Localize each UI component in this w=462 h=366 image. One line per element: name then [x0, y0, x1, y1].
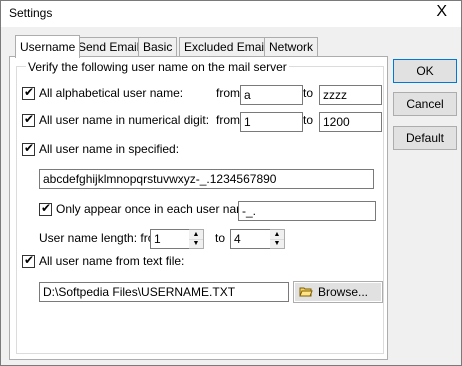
- checkmark-icon: ✔: [24, 112, 35, 126]
- length-label: User name length: from: [39, 231, 165, 245]
- numeric-checkbox[interactable]: ✔: [22, 112, 35, 127]
- browse-label: Browse...: [318, 285, 369, 299]
- username-tab-panel: Verify the following user name on the ma…: [9, 56, 388, 360]
- checkmark-icon: ✔: [41, 201, 52, 215]
- tab-label: Excluded Email: [184, 40, 267, 54]
- alpha-from-input[interactable]: a: [240, 85, 303, 105]
- tab-label: Send Email: [78, 40, 140, 54]
- numeric-from-label: from: [216, 113, 240, 127]
- ok-label: OK: [416, 64, 434, 78]
- alpha-to-input[interactable]: zzzz: [319, 85, 382, 105]
- title-bar: Settings X: [1, 1, 461, 27]
- once-checkbox[interactable]: ✔: [39, 201, 52, 216]
- length-to-input[interactable]: 4: [230, 229, 271, 249]
- close-icon[interactable]: X: [436, 3, 447, 21]
- textfile-checkbox[interactable]: ✔: [22, 253, 35, 268]
- alpha-from-label: from: [216, 86, 240, 100]
- checkmark-icon: ✔: [24, 141, 35, 155]
- specified-label: All user name in specified:: [39, 142, 180, 156]
- window-title: Settings: [9, 6, 53, 20]
- tab-label: Username: [20, 40, 76, 54]
- browse-button[interactable]: Browse...: [293, 281, 383, 303]
- tab-send-email[interactable]: Send Email: [73, 37, 145, 56]
- length-from-spinner[interactable]: ▲ ▼: [189, 229, 204, 249]
- tab-excluded-email[interactable]: Excluded Email: [179, 37, 272, 56]
- tab-network[interactable]: Network: [264, 37, 319, 56]
- textfile-label: All user name from text file:: [39, 254, 185, 268]
- length-from-input[interactable]: 1: [150, 229, 190, 249]
- numeric-from-input[interactable]: 1: [240, 112, 303, 132]
- tab-label: Basic: [143, 40, 173, 54]
- cancel-label: Cancel: [406, 97, 444, 111]
- ok-button[interactable]: OK: [393, 59, 457, 83]
- alpha-label: All alphabetical user name:: [39, 86, 184, 100]
- specified-charset-input[interactable]: abcdefghijklmnopqrstuvwxyz-_.1234567890: [39, 169, 374, 189]
- textfile-path-input[interactable]: D:\Softpedia Files\USERNAME.TXT: [39, 282, 289, 302]
- spin-down-icon[interactable]: ▼: [189, 239, 203, 248]
- tab-basic[interactable]: Basic: [138, 37, 178, 56]
- folder-icon: [299, 287, 313, 297]
- alpha-to-label: to: [303, 86, 314, 100]
- numeric-label: All user name in numerical digit:: [39, 113, 210, 127]
- checkmark-icon: ✔: [24, 85, 35, 99]
- length-to-spinner[interactable]: ▲ ▼: [270, 229, 285, 249]
- default-label: Default: [405, 131, 445, 145]
- numeric-to-label: to: [303, 113, 314, 127]
- length-to-label: to: [215, 231, 226, 245]
- alpha-checkbox[interactable]: ✔: [22, 85, 35, 100]
- settings-window: Settings X Username Send Email Basic Exc…: [0, 0, 462, 366]
- tab-label: Network: [269, 40, 314, 54]
- once-label: Only appear once in each user name:: [56, 202, 257, 216]
- group-legend: Verify the following user name on the ma…: [26, 60, 289, 74]
- once-input[interactable]: -_.: [238, 201, 376, 221]
- specified-checkbox[interactable]: ✔: [22, 141, 35, 156]
- tab-username[interactable]: Username: [15, 35, 81, 58]
- spin-down-icon[interactable]: ▼: [270, 239, 284, 248]
- numeric-to-input[interactable]: 1200: [319, 112, 382, 132]
- cancel-button[interactable]: Cancel: [393, 92, 457, 116]
- checkmark-icon: ✔: [24, 253, 35, 267]
- default-button[interactable]: Default: [393, 126, 457, 150]
